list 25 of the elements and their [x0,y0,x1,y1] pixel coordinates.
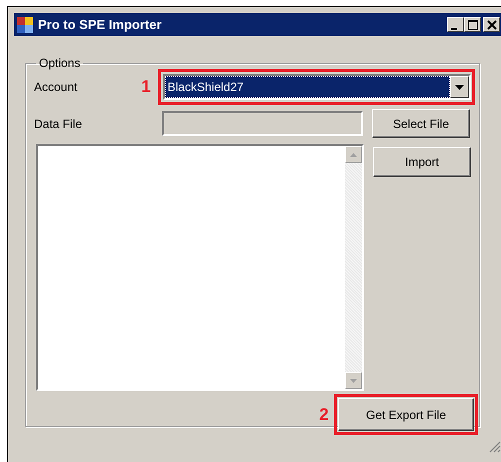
account-dropdown[interactable]: BlackShield27 [162,74,470,100]
maximize-button[interactable] [464,17,481,32]
account-label: Account [34,80,78,94]
caret-icon [454,84,464,90]
get-export-file-button[interactable]: Get Export File [338,398,474,431]
select-file-button[interactable]: Select File [372,109,470,138]
window-title: Pro to SPE Importer [38,17,163,32]
close-icon [486,18,498,30]
step-number: 2 [318,404,330,424]
minimize-icon [451,28,457,30]
dropdown-button[interactable] [450,76,468,98]
down-arrow-icon [350,378,357,382]
maximize-icon [466,18,478,30]
minimize-button[interactable] [447,17,464,32]
group-title: Options [38,56,82,70]
app-icon [17,16,33,32]
close-button[interactable] [483,17,500,32]
step-number: 1 [140,77,152,97]
scroll-down-button[interactable] [345,372,362,389]
data-file-label: Data File [34,116,84,130]
import-button[interactable]: Import [373,147,471,177]
scrollbar[interactable] [345,146,362,389]
resize-grip-icon[interactable] [489,441,501,453]
up-arrow-icon [350,152,357,156]
scroll-up-button[interactable] [345,146,362,163]
